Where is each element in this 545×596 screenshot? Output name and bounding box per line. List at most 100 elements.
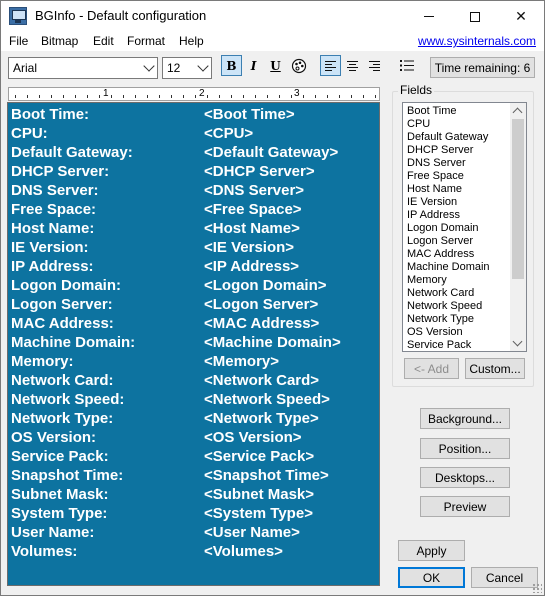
editor-line-field: <CPU> [204, 125, 254, 142]
fields-list-item[interactable]: Memory [407, 274, 447, 287]
time-remaining-button[interactable]: Time remaining: 6 [430, 57, 535, 78]
ruler-tick [195, 95, 196, 98]
editor-line-field: <IE Version> [204, 239, 295, 256]
font-size-value: 12 [167, 61, 181, 75]
editor-line-label: Network Type: [11, 410, 114, 427]
editor-line-label: Host Name: [11, 220, 95, 237]
bold-button[interactable]: B [221, 55, 242, 76]
fields-list-item[interactable]: Network Type [407, 313, 474, 326]
apply-button[interactable]: Apply [398, 540, 465, 561]
menu-bitmap[interactable]: Bitmap [41, 34, 78, 48]
ruler-tick [183, 95, 184, 98]
color-palette-button[interactable] [288, 55, 309, 76]
maximize-icon [470, 11, 480, 22]
chevron-down-icon [143, 60, 155, 72]
underline-button[interactable]: U [265, 55, 286, 76]
editor-line-field: <DHCP Server> [204, 163, 315, 180]
editor-line-field: <Network Type> [204, 410, 319, 427]
maximize-button[interactable] [452, 1, 498, 32]
ruler-tick [243, 95, 244, 98]
fields-list-item[interactable]: IE Version [407, 196, 457, 209]
menu-format[interactable]: Format [127, 34, 165, 48]
close-button[interactable]: ✕ [498, 1, 544, 32]
fields-list-item[interactable]: Network Card [407, 287, 474, 300]
editor-line-field: <Default Gateway> [204, 144, 339, 161]
ruler[interactable]: 1 2 3 [8, 87, 380, 101]
fields-list-item[interactable]: Logon Domain [407, 222, 479, 235]
palette-icon [291, 58, 306, 73]
editor-line-label: MAC Address: [11, 315, 114, 332]
font-name-select[interactable]: Arial [8, 57, 158, 79]
editor-line-label: Volumes: [11, 543, 78, 560]
fields-list-item[interactable]: Host Name [407, 183, 462, 196]
fields-scrollbar[interactable] [510, 103, 526, 351]
align-center-button[interactable] [342, 55, 363, 76]
fields-list-item[interactable]: Free Space [407, 170, 464, 183]
fields-list-item[interactable]: CPU [407, 118, 430, 131]
fields-list-item[interactable]: Default Gateway [407, 131, 488, 144]
fields-list-item[interactable]: DHCP Server [407, 144, 473, 157]
scroll-up-icon[interactable] [512, 107, 523, 118]
fields-list-item[interactable]: Machine Domain [407, 261, 490, 274]
bginfo-window: BGInfo - Default configuration ✕ File Bi… [0, 0, 545, 596]
ruler-tick [207, 95, 208, 98]
menu-bar: File Bitmap Edit Format Help www.sysinte… [1, 32, 544, 51]
resize-grip-icon[interactable] [532, 583, 542, 593]
editor-line-field: <Logon Server> [204, 296, 319, 313]
bullets-button[interactable] [396, 55, 417, 76]
ruler-tick [315, 95, 316, 98]
ruler-number: 1 [103, 88, 109, 99]
title-bar: BGInfo - Default configuration ✕ [1, 1, 544, 32]
preview-button[interactable]: Preview [420, 496, 510, 517]
bullet-list-icon [399, 60, 414, 71]
fields-list-item[interactable]: DNS Server [407, 157, 466, 170]
editor-line-field: <Subnet Mask> [204, 486, 315, 503]
cancel-button[interactable]: Cancel [471, 567, 538, 588]
font-size-select[interactable]: 12 [162, 57, 212, 79]
add-field-button[interactable]: <- Add [404, 358, 459, 379]
background-button[interactable]: Background... [420, 408, 510, 429]
fields-list-item[interactable]: Boot Time [407, 105, 457, 118]
ok-button[interactable]: OK [398, 567, 465, 588]
editor-line-label: Machine Domain: [11, 334, 136, 351]
editor-line-field: <Snapshot Time> [204, 467, 329, 484]
fields-listbox[interactable]: Service Pack OS Version Network Type Networ… [402, 102, 527, 352]
editor-line-label: IP Address: [11, 258, 94, 275]
position-button[interactable]: Position... [420, 438, 510, 459]
editor-line-label: Default Gateway: [11, 144, 133, 161]
ruler-tick [267, 95, 268, 98]
menu-help[interactable]: Help [179, 34, 204, 48]
ruler-tick [111, 95, 112, 98]
fields-list-item[interactable]: IP Address [407, 209, 460, 222]
ruler-tick [27, 95, 28, 98]
align-left-button[interactable] [320, 55, 341, 76]
scroll-down-icon[interactable] [512, 336, 523, 347]
editor-line-label: Service Pack: [11, 448, 109, 465]
ruler-tick [63, 95, 64, 98]
italic-button[interactable]: I [243, 55, 264, 76]
menu-edit[interactable]: Edit [93, 34, 114, 48]
bginfo-app-icon [9, 7, 27, 25]
fields-list-item[interactable]: Service Pack [407, 339, 471, 351]
align-right-icon [369, 60, 380, 71]
fields-list-item[interactable]: Logon Server [407, 235, 473, 248]
editor-line-label: Memory: [11, 353, 74, 370]
ruler-tick [15, 95, 16, 98]
ruler-tick [51, 95, 52, 98]
desktops-button[interactable]: Desktops... [420, 467, 510, 488]
fields-list-item[interactable]: MAC Address [407, 248, 474, 261]
editor-line-label: System Type: [11, 505, 108, 522]
ruler-tick [147, 95, 148, 98]
fields-list-item[interactable]: OS Version [407, 326, 463, 339]
sysinternals-link[interactable]: www.sysinternals.com [418, 34, 536, 48]
ruler-number: 3 [294, 88, 300, 99]
editor-area[interactable]: Boot Time: <Boot Time> CPU: <CPU> Default Ga… [7, 102, 380, 586]
minimize-button[interactable] [406, 1, 452, 32]
scrollbar-thumb[interactable] [512, 119, 524, 279]
editor-line-field: <Service Pack> [204, 448, 315, 465]
align-right-button[interactable] [364, 55, 385, 76]
custom-field-button[interactable]: Custom... [465, 358, 525, 379]
ruler-tick [339, 95, 340, 98]
menu-file[interactable]: File [9, 34, 28, 48]
fields-list-item[interactable]: Network Speed [407, 300, 482, 313]
